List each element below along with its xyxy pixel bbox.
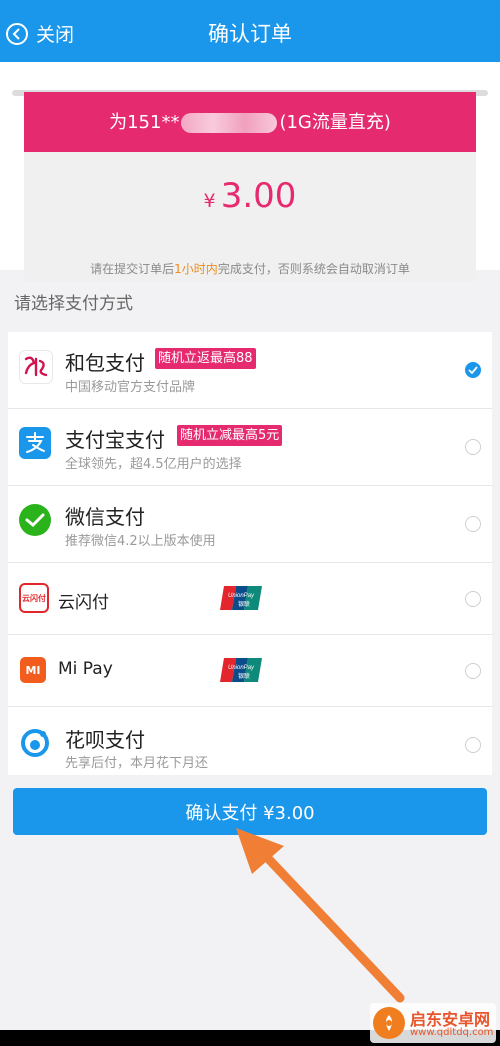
payment-description: 中国移动官方支付品牌 [65,380,196,395]
hebao-icon [19,350,53,384]
svg-text:银联: 银联 [238,600,250,608]
svg-text:UnionPay: UnionPay [228,593,255,599]
radio-button[interactable] [465,516,481,532]
payment-method-list: 和包支付 随机立返最高88 中国移动官方支付品牌 支付宝支付 随机立减最高5元 … [8,332,492,775]
payment-option-hebao[interactable]: 和包支付 随机立返最高88 中国移动官方支付品牌 [8,332,492,409]
order-ticket: 为151** (1G流量直充) ¥ 3.00 请在提交订单后1小时内完成支付，否则… [24,92,476,282]
page-title: 确认订单 [208,22,292,46]
watermark-logo-icon [373,1007,405,1039]
payment-option-huabei[interactable]: 花呗支付 先享后付，本月花下月还 [8,707,492,775]
payment-option-mipay[interactable]: MI Mi Pay UnionPay 银联 [8,635,492,707]
payment-name: 微信支付 [65,505,145,529]
alipay-icon [19,427,51,459]
recharge-number: 为151** [109,112,180,133]
radio-button[interactable] [465,591,481,607]
watermark-url: www.qdltdq.com [410,1027,494,1038]
notice-text-end: 完成支付，否则系统会自动取消订单 [217,262,410,276]
masked-number [181,113,278,133]
top-bar: 关闭 确认订单 [0,0,500,62]
notice-text: 请在提交订单后 [90,262,175,276]
recharge-banner: 为151** (1G流量直充) [24,92,476,152]
payment-name: 云闪付 [58,593,109,613]
payment-option-wechat[interactable]: 微信支付 推荐微信4.2以上版本使用 [8,486,492,563]
unionpay-logo-icon: UnionPay 银联 [220,658,262,682]
order-summary: 为151** (1G流量直充) ¥ 3.00 请在提交订单后1小时内完成支付，否则… [0,62,500,282]
notice-highlight: 1小时内 [174,262,218,276]
screen: 关闭 确认订单 为151** (1G流量直充) ¥ 3.00 请在提交订单后1小时… [0,0,500,1030]
site-watermark: 启东安卓网 www.qdltdq.com [370,1003,496,1043]
payment-name: 和包支付 [65,351,145,375]
huabei-icon [19,727,51,759]
svg-text:银联: 银联 [238,672,250,680]
order-price: ¥ 3.00 [24,176,476,216]
promo-badge: 随机立返最高88 [155,348,256,369]
unionpay-logo-icon: UnionPay 银联 [220,586,262,610]
cloud-quickpass-icon: 云闪付 [19,583,49,613]
payment-description: 先享后付，本月花下月还 [65,756,209,771]
payment-name: Mi Pay [58,659,113,679]
radio-button[interactable] [465,663,481,679]
currency-symbol: ¥ [203,190,216,212]
payment-name: 花呗支付 [65,728,145,752]
svg-text:UnionPay: UnionPay [228,665,255,671]
payment-name: 支付宝支付 [65,428,165,452]
radio-button[interactable] [465,737,481,753]
confirm-pay-button[interactable]: 确认支付 ¥3.00 [13,788,487,835]
wechat-pay-icon [19,504,51,536]
mi-icon: MI [20,657,46,683]
promo-badge: 随机立减最高5元 [177,425,283,446]
payment-option-quickpass[interactable]: 云闪付 云闪付 UnionPay 银联 [8,563,492,635]
payment-description: 全球领先，超4.5亿用户的选择 [65,457,242,472]
order-amount: 3.00 [220,176,297,216]
payment-section-title: 请选择支付方式 [14,294,133,314]
selected-check-icon[interactable] [465,362,481,378]
radio-button[interactable] [465,439,481,455]
payment-description: 推荐微信4.2以上版本使用 [65,534,216,549]
payment-deadline-notice: 请在提交订单后1小时内完成支付，否则系统会自动取消订单 [24,260,476,277]
payment-option-alipay[interactable]: 支付宝支付 随机立减最高5元 全球领先，超4.5亿用户的选择 [8,409,492,486]
recharge-product: (1G流量直充) [279,112,391,133]
